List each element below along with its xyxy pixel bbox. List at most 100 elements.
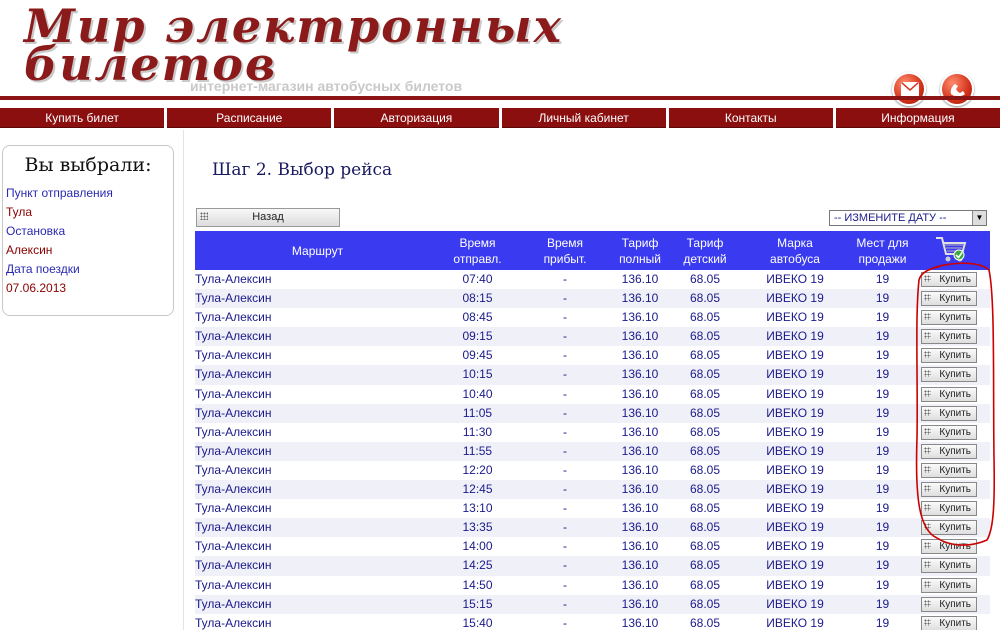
bus-brand-cell: ИВЕКО 19 [766,482,824,497]
nav-buy-ticket[interactable]: Купить билет [0,108,165,128]
bus-brand-cell: ИВЕКО 19 [766,596,824,611]
site-tagline: интернет-магазин автобусных билетов [190,78,463,94]
full-fare-cell: 136.10 [621,558,659,573]
buy-button[interactable]: Купить [921,596,977,612]
page-title: Шаг 2. Выбор рейса [212,160,393,180]
full-fare-cell: 136.10 [621,615,659,630]
route-cell: Тула-Алексин [195,291,272,306]
selection-sidebar: Вы выбрали: Пункт отправления Тула Остан… [2,145,174,316]
change-date-select[interactable]: -- ИЗМЕНИТЕ ДАТУ -- ▼ [829,210,987,226]
full-fare-cell: 136.10 [621,348,659,363]
full-fare-cell: 136.10 [621,596,659,611]
back-button[interactable]: Назад [196,208,340,227]
table-row: Тула-Алексин 12:20-136.10 68.05 ИВЕКО 19 19 К… [195,461,990,480]
seats-cell: 19 [875,558,890,573]
child-fare-cell: 68.05 [689,539,721,554]
bus-brand-cell: ИВЕКО 19 [766,462,824,477]
nav-schedule[interactable]: Расписание [167,108,332,128]
child-fare-cell: 68.05 [689,405,721,420]
arrival-cell: - [563,424,567,439]
child-fare-cell: 68.05 [689,482,721,497]
route-cell: Тула-Алексин [195,424,272,439]
arrival-cell: - [563,501,567,516]
table-row: Тула-Алексин 08:15-136.10 68.05 ИВЕКО 19 19 К… [195,289,990,309]
nav-info[interactable]: Информация [835,108,1000,128]
child-fare-cell: 68.05 [689,272,721,286]
departure-cell: 07:40 [462,272,493,286]
full-fare-cell: 136.10 [621,424,659,439]
arrival-cell: - [563,462,567,477]
route-cell: Тула-Алексин [195,367,272,382]
departure-label: Пункт отправления [6,186,113,200]
departure-cell: 11:55 [462,443,493,458]
chevron-down-icon[interactable]: ▼ [972,211,986,225]
nav-contacts[interactable]: Контакты [668,108,833,128]
departure-cell: 14:50 [462,577,493,592]
departure-cell: 08:45 [462,310,493,325]
route-cell: Тула-Алексин [195,329,272,344]
nav-account[interactable]: Личный кабинет [501,108,666,128]
bus-brand-cell: ИВЕКО 19 [766,310,824,325]
arrival-cell: - [563,558,567,573]
bus-brand-cell: ИВЕКО 19 [766,443,824,458]
arrival-cell: - [563,539,567,554]
change-date-value: -- ИЗМЕНИТЕ ДАТУ -- [834,212,947,224]
bus-brand-cell: ИВЕКО 19 [766,520,824,535]
buy-button-label: Купить [939,579,971,591]
seats-cell: 19 [875,615,890,630]
departure-cell: 12:20 [462,462,493,477]
route-cell: Тула-Алексин [195,405,272,420]
child-fare-cell: 68.05 [689,462,721,477]
child-fare-cell: 68.05 [689,329,721,344]
buy-button[interactable]: Купить [921,558,977,574]
buy-button[interactable]: Купить [921,615,977,630]
header-arrival: Время прибыт. [543,235,587,266]
table-row: Тула-Алексин 14:00-136.10 68.05 ИВЕКО 19 19 К… [195,537,990,556]
arrival-cell: - [563,615,567,630]
table-row: Тула-Алексин 09:45-136.10 68.05 ИВЕКО 19 19 К… [195,346,990,365]
full-fare-cell: 136.10 [621,291,659,306]
phone-icon[interactable] [940,72,974,106]
bus-brand-cell: ИВЕКО 19 [766,424,824,439]
buy-button-label: Купить [939,617,971,629]
table-row: Тула-Алексин 07:40-136.10 68.05 ИВЕКО 19 19 К… [195,270,990,289]
header-route: Маршрут [291,243,344,258]
header-full-fare: Тариф полный [619,235,661,266]
nav-login[interactable]: Авторизация [334,108,499,128]
departure-cell: 10:40 [462,386,493,401]
child-fare-cell: 68.05 [689,291,721,306]
child-fare-cell: 68.05 [689,501,721,516]
seats-cell: 19 [875,577,890,592]
bus-brand-cell: ИВЕКО 19 [766,405,824,420]
child-fare-cell: 68.05 [689,310,721,325]
full-fare-cell: 136.10 [621,520,659,535]
full-fare-cell: 136.10 [621,310,659,325]
back-button-label: Назад [252,211,284,223]
buy-button[interactable]: Купить [921,577,977,593]
table-row: Тула-Алексин 15:40 - 136.10 68.05 ИВЕКО 19 19 К… [195,614,990,630]
route-cell: Тула-Алексин [195,501,272,516]
route-cell: Тула-Алексин [195,482,272,497]
table-row: Тула-Алексин 10:40-136.10 68.05 ИВЕКО 19 19 К… [195,385,990,404]
table-row: Тула-Алексин 15:15 - 136.10 68.05 ИВЕКО 19 19 К… [195,594,990,614]
departure-cell: 09:15 [462,329,493,344]
bus-brand-cell: ИВЕКО 19 [766,367,824,382]
departure-cell: 11:30 [462,424,493,439]
departure-cell: 15:15 [462,596,493,611]
bus-brand-cell: ИВЕКО 19 [766,291,824,306]
bus-brand-cell: ИВЕКО 19 [766,272,824,286]
arrival-cell: - [563,291,567,306]
grip-icon [924,580,931,588]
route-cell: Тула-Алексин [195,520,272,535]
table-row: Тула-Алексин 11:05-136.10 68.05 ИВЕКО 19 19 К… [195,403,990,423]
child-fare-cell: 68.05 [689,577,721,592]
arrival-cell: - [563,348,567,363]
site-header: Мир электронных билетов интернет-магазин… [0,0,1000,106]
route-cell: Тула-Алексин [195,615,272,630]
stop-label: Остановка [6,224,66,238]
bus-brand-cell: ИВЕКО 19 [766,615,824,630]
departure-cell: 11:05 [462,405,493,420]
arrival-cell: - [563,386,567,401]
departure-cell: 10:15 [462,367,493,382]
mail-icon[interactable] [892,72,926,106]
